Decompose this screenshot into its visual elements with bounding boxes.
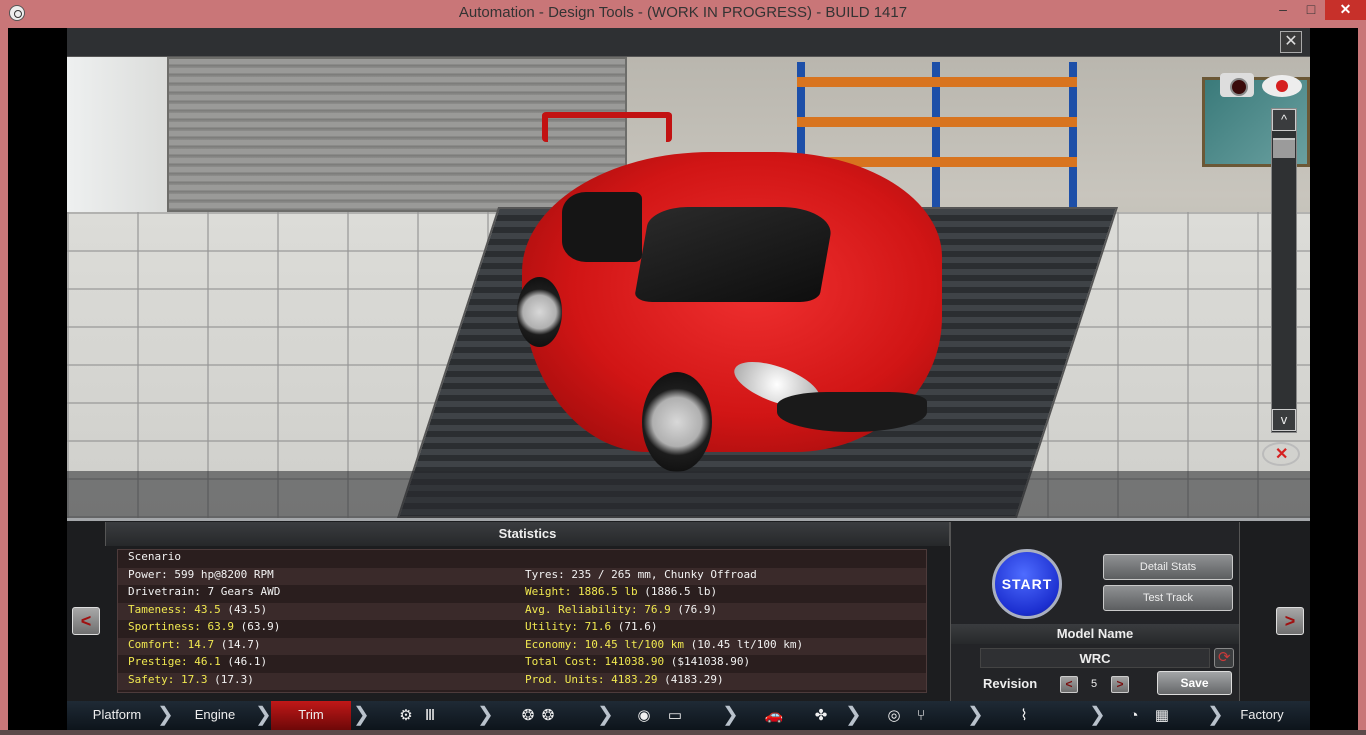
gauge-icon[interactable]: ◔ [1125,707,1143,725]
suspension-icon[interactable]: ⌇ [1015,707,1033,725]
next-button[interactable]: > [1276,607,1304,635]
stat-left: Prestige: 46.1 (46.1) [128,655,268,668]
garage-3d-view[interactable] [67,57,1310,518]
tab-trim[interactable]: Trim [271,701,351,730]
car-grille [777,392,927,432]
tab-engine[interactable]: Engine [175,701,255,730]
test-track-button[interactable]: Test Track [1103,585,1233,611]
wheels-icon[interactable]: ❂ [519,707,537,725]
nav-separator: ❯ [255,704,272,726]
stats-row: Comfort: 14.7 (14.7) Economy: 10.45 lt/1… [118,637,926,655]
stat-right: Avg. Reliability: 76.9 (76.9) [525,602,718,616]
viewport-close-button[interactable]: ✕ [1280,31,1302,53]
stats-row: Sportiness: 63.9 (63.9) Utility: 71.6 (7… [118,620,926,638]
car-spoiler [542,112,672,142]
steering-icon[interactable]: ◎ [885,707,903,725]
stats-row: Scenario [118,550,926,568]
nav-separator: ❯ [157,704,174,726]
hide-view-icon[interactable] [1262,442,1300,466]
gearbox-icon[interactable]: ⚙ [397,707,415,725]
minimize-button[interactable]: – [1270,0,1296,20]
stat-left: Tameness: 43.5 (43.5) [128,602,268,616]
nav-separator: ❯ [967,704,984,726]
revision-label: Revision [983,676,1038,691]
brakes-icon[interactable]: ◉ [635,707,653,725]
stat-right: Weight: 1886.5 lb (1886.5 lb) [525,585,718,598]
car-front-wheel [642,372,712,472]
tab-factory[interactable]: Factory [1222,701,1302,730]
stats-row: Safety: 17.3 (17.3) Prod. Units: 4183.29… [118,672,926,690]
car-side-window [562,192,642,262]
gearbox-shifter-icon[interactable]: Ⅲ [421,707,439,725]
nav-separator: ❯ [1207,704,1224,726]
nav-separator: ❯ [1089,704,1106,726]
previous-button[interactable]: < [72,607,100,635]
stat-left: Scenario [128,550,181,563]
revision-increment-button[interactable]: > [1111,676,1129,693]
start-button[interactable]: START [992,549,1062,619]
stats-row: Drivetrain: 7 Gears AWD Weight: 1886.5 l… [118,585,926,603]
stat-left: Safety: 17.3 (17.3) [128,672,254,686]
car-windshield [633,207,836,302]
tab-platform[interactable]: Platform [77,701,157,730]
revision-decrement-button[interactable]: < [1060,676,1078,693]
stat-right: Prod. Units: 4183.29 (4183.29) [525,672,724,686]
detail-stats-button[interactable]: Detail Stats [1103,554,1233,580]
eye-icon[interactable] [1262,75,1302,97]
statistics-title: Statistics [105,522,950,546]
nav-separator: ❯ [722,704,739,726]
statistics-panel: Scenario Power: 599 hp@8200 RPM Tyres: 2… [117,549,927,693]
stat-left: Sportiness: 63.9 (63.9) [128,620,281,633]
viewport-header [67,28,1310,57]
body-icon[interactable]: 🚗 [739,707,809,725]
car-model[interactable] [517,112,942,472]
save-button[interactable]: Save [1157,671,1232,695]
fan-icon[interactable]: ✤ [812,707,830,725]
car-rear-wheel [517,277,562,347]
zoom-scroll-thumb[interactable] [1273,138,1295,158]
design-steps-nav: Platform ❯ Engine ❯ Trim ❯ ⚙ Ⅲ ❯ ❂ ❂ ❯ ◉… [67,701,1310,730]
nav-separator: ❯ [353,704,370,726]
model-name-input[interactable]: WRC [980,648,1210,668]
model-name-label: Model Name [951,624,1239,644]
stat-right: Total Cost: 141038.90 ($141038.90) [525,655,751,668]
taskbar [0,730,1366,735]
revision-value: 5 [1090,678,1098,690]
zoom-up-button[interactable]: ^ [1272,109,1296,131]
zoom-down-button[interactable]: v [1272,409,1296,431]
stats-row: Prestige: 46.1 (46.1) Total Cost: 141038… [118,655,926,673]
nav-separator: ❯ [477,704,494,726]
stat-left: Drivetrain: 7 Gears AWD [128,585,281,598]
caliper-icon[interactable]: ▭ [661,707,689,725]
title-bar: Automation - Design Tools - (WORK IN PRO… [0,0,1366,28]
stat-right: Economy: 10.45 lt/100 km (10.45 lt/100 k… [525,637,804,651]
seat-icon[interactable]: ⑂ [912,707,930,725]
maximize-button[interactable]: □ [1298,0,1324,20]
refresh-icon[interactable] [1214,648,1234,668]
stats-row: Power: 599 hp@8200 RPM Tyres: 235 / 265 … [118,567,926,585]
close-window-button[interactable]: ✕ [1325,0,1366,20]
window-title: Automation - Design Tools - (WORK IN PRO… [458,4,908,21]
stats-row: Tameness: 43.5 (43.5) Avg. Reliability: … [118,602,926,620]
stat-right: Utility: 71.6 (71.6) [525,620,658,633]
nav-separator: ❯ [597,704,614,726]
viewport-footer-strip [67,471,1310,518]
nav-separator: ❯ [845,704,862,726]
stat-right: Tyres: 235 / 265 mm, Chunky Offroad [525,567,757,581]
wheels-icon-2[interactable]: ❂ [539,707,557,725]
stat-left: Power: 599 hp@8200 RPM [128,567,274,581]
camera-icon[interactable] [1220,73,1254,97]
checkered-flag-icon[interactable]: ▦ [1147,707,1177,725]
stat-left: Comfort: 14.7 (14.7) [128,637,261,651]
